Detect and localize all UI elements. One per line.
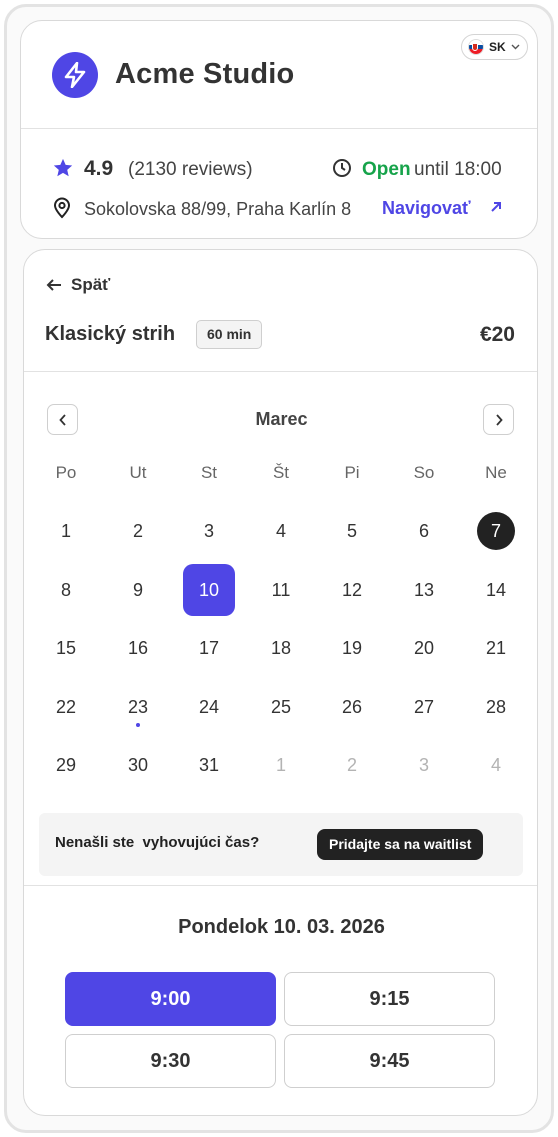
calendar-day[interactable]: 21 [470,622,522,674]
lightning-bolt-icon [52,52,98,98]
language-code: SK [489,40,506,54]
calendar-day[interactable]: 14 [470,564,522,616]
weekday-header: St [200,463,218,482]
studio-name: Acme Studio [115,58,295,90]
service-price: €20 [479,323,515,346]
back-button[interactable]: Späť [46,275,110,295]
address-row: Sokolovska 88/99, Praha Karlín 8 Navigov… [52,197,522,221]
calendar-day[interactable]: 12 [326,564,378,616]
calendar-day[interactable]: 27 [398,681,450,733]
star-icon [53,158,73,177]
calendar-day: 2 [346,754,357,775]
calendar-day[interactable]: 13 [398,564,450,616]
availability-dot [136,723,140,727]
external-arrow-icon[interactable] [489,200,503,214]
weekday-header: Ne [485,463,507,482]
calendar-day[interactable]: 31 [183,739,235,791]
selected-date-heading: Pondelok 10. 03. 2026 [178,916,385,938]
calendar-day[interactable]: 6 [398,505,450,557]
calendar-day[interactable]: 4 [255,505,307,557]
review-count[interactable]: (2130 reviews) [128,159,253,181]
back-label: Späť [71,275,111,294]
clock-icon [333,159,351,177]
calendar-day[interactable]: 22 [40,681,92,733]
weekday-header: So [413,463,435,482]
open-status: Open [362,159,411,180]
calendar-day[interactable]: 7 [477,512,515,550]
calendar-day[interactable]: 30 [112,739,164,791]
calendar-day[interactable]: 2 [112,505,164,557]
time-slot-button[interactable]: 9:00 [65,972,276,1026]
calendar-day[interactable]: 10 [183,564,235,616]
language-selector[interactable]: SK [461,34,528,60]
booking-card: Späť Klasický strih 60 min €20 Marec Po U… [23,249,538,1116]
calendar-day: 3 [418,754,429,775]
weekday-header: Ut [129,463,147,482]
calendar-day[interactable]: 19 [326,622,378,674]
calendar-day[interactable]: 28 [470,681,522,733]
calendar-day[interactable]: 1 [40,505,92,557]
opening-hours: until 18:00 [414,159,502,180]
calendar-day[interactable]: 3 [183,505,235,557]
address-text: Sokolovska 88/99, Praha Karlín 8 [84,199,352,219]
brand-row: Acme Studio SK [21,21,537,129]
calendar-day[interactable]: 8 [40,564,92,616]
rating-value: 4.9 [84,157,114,180]
calendar-day[interactable]: 17 [183,622,235,674]
time-slot-button[interactable]: 9:15 [284,972,495,1026]
chevron-down-icon [511,44,520,50]
calendar-day[interactable]: 15 [40,622,92,674]
calendar-day[interactable]: 26 [326,681,378,733]
time-slot-button[interactable]: 9:30 [65,1034,276,1088]
arrow-left-icon [46,279,61,291]
waitlist-banner: Nenašli ste vyhovujúci čas? Pridajte sa … [39,813,523,876]
calendar-day[interactable]: 11 [255,564,307,616]
calendar-day[interactable]: 16 [112,622,164,674]
month-label: Marec [255,409,308,429]
weekday-header: Št [272,463,290,482]
divider [24,885,537,886]
service-name: Klasický strih [45,323,176,345]
next-month-button[interactable] [483,404,514,435]
calendar-day[interactable]: 20 [398,622,450,674]
weekday-header: Po [55,463,77,482]
calendar-day: 4 [490,754,501,775]
chevron-right-icon [495,413,503,426]
service-summary: Klasický strih 60 min €20 [24,310,537,372]
time-slot-button[interactable]: 9:45 [284,1034,495,1088]
duration-badge: 60 min [196,320,263,349]
calendar-day[interactable]: 5 [326,505,378,557]
navigate-link[interactable]: Navigovať [382,198,471,219]
calendar-day[interactable]: 24 [183,681,235,733]
studio-header-card: Acme Studio SK 4.9 (2130 reviews) Open u… [20,20,538,239]
calendar-day[interactable]: 18 [255,622,307,674]
rating-hours-row: 4.9 (2130 reviews) Open until 18:00 [52,157,512,181]
calendar-day: 1 [275,754,286,775]
location-pin-icon [53,197,71,219]
calendar-day[interactable]: 25 [255,681,307,733]
weekday-header: Pi [344,463,360,482]
calendar-day[interactable]: 9 [112,564,164,616]
calendar-day[interactable]: 29 [40,739,92,791]
join-waitlist-button[interactable]: Pridajte sa na waitlist [317,829,484,860]
slovakia-flag-icon [468,39,484,55]
waitlist-text: Nenašli ste vyhovujúci čas? [55,834,260,851]
